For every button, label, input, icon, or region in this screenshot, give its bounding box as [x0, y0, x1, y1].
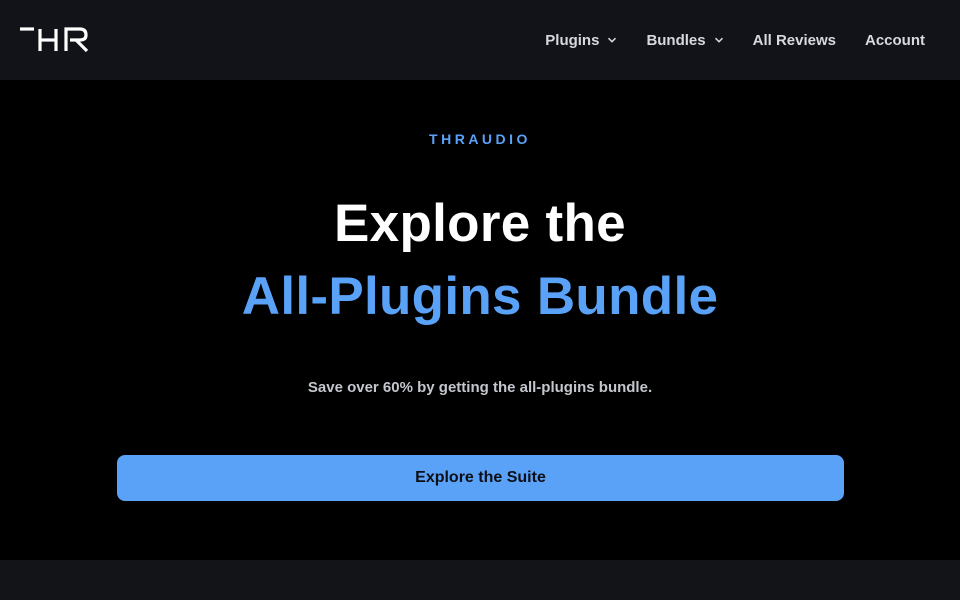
nav-all-reviews-label: All Reviews	[752, 31, 836, 49]
site-header: Plugins Bundles All Reviews Account	[0, 0, 960, 80]
hero-title-line2: All-Plugins Bundle	[241, 267, 719, 326]
chevron-down-icon	[714, 35, 724, 45]
nav-bundles-label: Bundles	[646, 31, 706, 49]
logo-icon	[20, 27, 89, 53]
explore-suite-button[interactable]: Explore the Suite	[117, 455, 844, 501]
nav-bundles[interactable]: Bundles	[646, 32, 723, 49]
hero-eyebrow: THRAUDIO	[429, 131, 531, 147]
nav-account-label: Account	[865, 31, 925, 49]
main-nav: Plugins Bundles All Reviews Account	[545, 0, 925, 80]
nav-plugins-label: Plugins	[545, 31, 600, 49]
hero-title-line1: Explore the	[334, 194, 626, 253]
hero-section: THRAUDIO Explore the All-Plugins Bundle …	[0, 80, 960, 560]
hero-subtitle: Save over 60% by getting the all-plugins…	[307, 379, 653, 396]
nav-account[interactable]: Account	[865, 32, 925, 49]
thr-logo[interactable]	[20, 27, 90, 53]
nav-all-reviews[interactable]: All Reviews	[753, 32, 836, 49]
next-section	[0, 560, 960, 600]
nav-plugins[interactable]: Plugins	[545, 32, 617, 49]
chevron-down-icon	[607, 35, 617, 45]
